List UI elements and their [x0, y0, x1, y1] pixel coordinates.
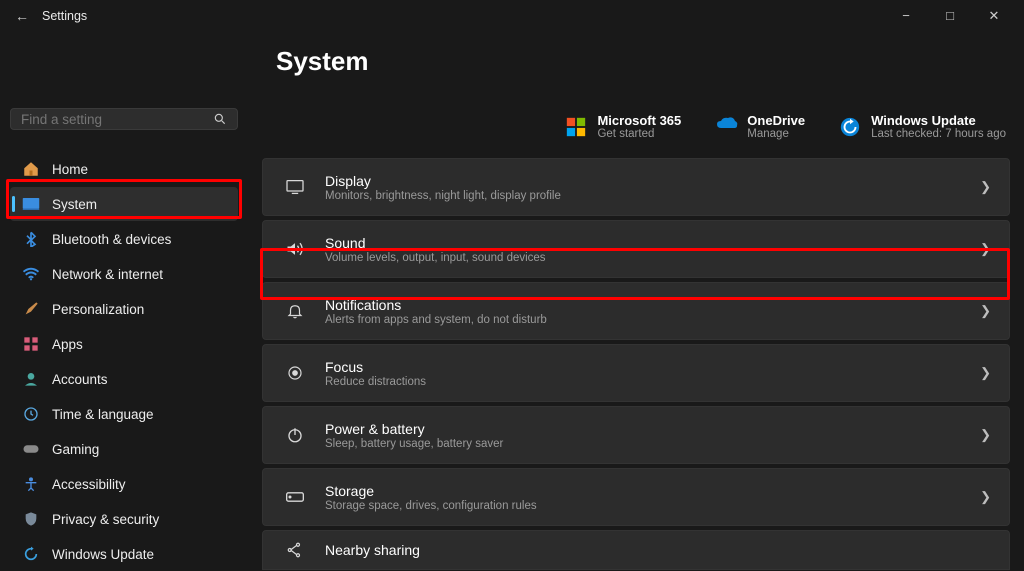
onedrive-icon	[715, 116, 737, 138]
accessibility-icon	[20, 475, 42, 493]
close-button[interactable]: ✕	[972, 8, 1016, 24]
sidebar-item-system[interactable]: System	[10, 187, 238, 221]
focus-icon	[281, 364, 309, 382]
promo-row: Microsoft 365Get started OneDriveManage …	[262, 113, 1006, 140]
nav-list: Home System Bluetooth & devices Network …	[10, 152, 238, 571]
setting-sub: Reduce distractions	[325, 376, 980, 388]
promo-title: OneDrive	[747, 113, 805, 128]
search-input[interactable]	[21, 112, 213, 127]
home-icon	[20, 160, 42, 178]
setting-power-battery[interactable]: Power & batterySleep, battery usage, bat…	[262, 406, 1010, 464]
sidebar-item-label: Apps	[52, 337, 83, 352]
sidebar-item-label: Windows Update	[52, 547, 154, 562]
setting-sub: Volume levels, output, input, sound devi…	[325, 252, 980, 264]
setting-sub: Monitors, brightness, night light, displ…	[325, 190, 980, 202]
sidebar-item-network[interactable]: Network & internet	[10, 257, 238, 291]
promo-sub: Last checked: 7 hours ago	[871, 128, 1006, 140]
promo-onedrive[interactable]: OneDriveManage	[715, 113, 805, 140]
chevron-right-icon: ❯	[980, 427, 991, 443]
sidebar-item-label: Time & language	[52, 407, 154, 422]
chevron-right-icon: ❯	[980, 489, 991, 505]
setting-focus[interactable]: FocusReduce distractions ❯	[262, 344, 1010, 402]
sidebar-item-personalization[interactable]: Personalization	[10, 292, 238, 326]
sidebar-item-label: Home	[52, 162, 88, 177]
promo-title: Windows Update	[871, 113, 1006, 128]
chevron-right-icon: ❯	[980, 303, 991, 319]
sidebar-item-label: Accessibility	[52, 477, 126, 492]
brush-icon	[20, 300, 42, 318]
settings-list: DisplayMonitors, brightness, night light…	[262, 158, 1010, 570]
setting-display[interactable]: DisplayMonitors, brightness, night light…	[262, 158, 1010, 216]
sidebar: Home System Bluetooth & devices Network …	[0, 32, 248, 571]
chevron-right-icon: ❯	[980, 179, 991, 195]
setting-title: Focus	[325, 359, 980, 375]
setting-sub: Alerts from apps and system, do not dist…	[325, 314, 980, 326]
search-box[interactable]	[10, 108, 238, 130]
storage-icon	[281, 490, 309, 504]
back-button[interactable]: ←	[8, 8, 36, 24]
sidebar-item-time-language[interactable]: Time & language	[10, 397, 238, 431]
setting-sound[interactable]: SoundVolume levels, output, input, sound…	[262, 220, 1010, 278]
sidebar-item-label: Personalization	[52, 302, 144, 317]
main-content: System Microsoft 365Get started OneDrive…	[248, 32, 1024, 571]
power-icon	[281, 426, 309, 444]
sidebar-item-privacy[interactable]: Privacy & security	[10, 502, 238, 536]
sidebar-item-gaming[interactable]: Gaming	[10, 432, 238, 466]
setting-notifications[interactable]: NotificationsAlerts from apps and system…	[262, 282, 1010, 340]
bluetooth-icon	[20, 230, 42, 248]
setting-sub: Sleep, battery usage, battery saver	[325, 438, 980, 450]
setting-nearby-sharing[interactable]: Nearby sharing	[262, 530, 1010, 570]
sidebar-item-label: System	[52, 197, 97, 212]
update-icon	[20, 545, 42, 563]
window-title: Settings	[42, 9, 87, 23]
share-icon	[281, 541, 309, 559]
setting-storage[interactable]: StorageStorage space, drives, configurat…	[262, 468, 1010, 526]
sidebar-item-apps[interactable]: Apps	[10, 327, 238, 361]
titlebar: ← Settings − □ ✕	[0, 0, 1024, 32]
minimize-button[interactable]: −	[884, 8, 928, 24]
bell-icon	[281, 302, 309, 320]
shield-icon	[20, 510, 42, 528]
sidebar-item-bluetooth[interactable]: Bluetooth & devices	[10, 222, 238, 256]
gamepad-icon	[20, 440, 42, 458]
promo-sub: Manage	[747, 128, 805, 140]
setting-title: Storage	[325, 483, 980, 499]
apps-icon	[20, 335, 42, 353]
sidebar-item-home[interactable]: Home	[10, 152, 238, 186]
promo-sub: Get started	[597, 128, 681, 140]
sidebar-item-label: Gaming	[52, 442, 99, 457]
microsoft-365-icon	[565, 116, 587, 138]
setting-title: Display	[325, 173, 980, 189]
maximize-button[interactable]: □	[928, 8, 972, 24]
sidebar-item-accounts[interactable]: Accounts	[10, 362, 238, 396]
setting-title: Power & battery	[325, 421, 980, 437]
wifi-icon	[20, 265, 42, 283]
setting-title: Nearby sharing	[325, 542, 991, 558]
windows-update-icon	[839, 116, 861, 138]
sidebar-item-label: Privacy & security	[52, 512, 159, 527]
promo-title: Microsoft 365	[597, 113, 681, 128]
promo-microsoft-365[interactable]: Microsoft 365Get started	[565, 113, 681, 140]
accounts-icon	[20, 370, 42, 388]
system-icon	[20, 195, 42, 213]
setting-title: Notifications	[325, 297, 980, 313]
sidebar-item-label: Network & internet	[52, 267, 163, 282]
promo-windows-update[interactable]: Windows UpdateLast checked: 7 hours ago	[839, 113, 1006, 140]
search-icon	[213, 112, 227, 126]
sidebar-item-label: Bluetooth & devices	[52, 232, 171, 247]
sidebar-item-label: Accounts	[52, 372, 108, 387]
chevron-right-icon: ❯	[980, 365, 991, 381]
clock-icon	[20, 405, 42, 423]
setting-title: Sound	[325, 235, 980, 251]
display-icon	[281, 179, 309, 195]
page-title: System	[276, 46, 1010, 77]
sidebar-item-windows-update[interactable]: Windows Update	[10, 537, 238, 571]
sidebar-item-accessibility[interactable]: Accessibility	[10, 467, 238, 501]
chevron-right-icon: ❯	[980, 241, 991, 257]
sound-icon	[281, 240, 309, 258]
setting-sub: Storage space, drives, configuration rul…	[325, 500, 980, 512]
